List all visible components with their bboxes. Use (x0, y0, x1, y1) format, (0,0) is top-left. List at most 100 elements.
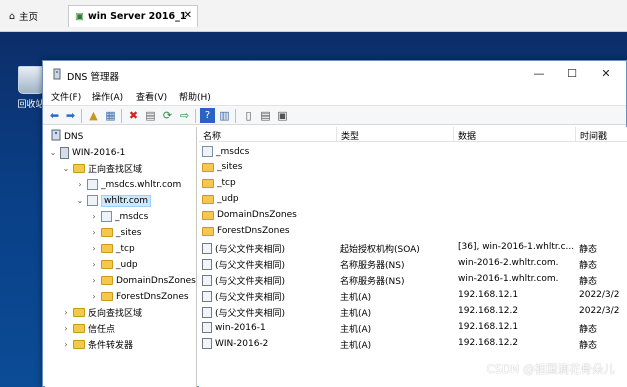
column-header-name[interactable]: 名称 (203, 129, 221, 142)
record-icon[interactable]: ▣ (275, 108, 290, 123)
tree-item-msdcs-zone[interactable]: › _msdcs.whltr.com (76, 177, 181, 192)
record-row[interactable]: _msdcs (199, 144, 627, 160)
tree-item-label: 信任点 (88, 325, 116, 335)
record-row[interactable]: ForestDnsZones (199, 224, 627, 240)
record-row[interactable]: WIN-2016-2 主机(A) 192.168.12.2 静态 (199, 336, 627, 352)
record-name: win-2016-1 (215, 322, 266, 333)
collapse-icon[interactable]: ⌄ (49, 148, 57, 157)
folder-icon (101, 228, 113, 237)
delete-icon[interactable]: ✖ (126, 108, 141, 123)
tree-item-forward-zones[interactable]: ⌄ 正向查找区域 (62, 161, 142, 176)
tree-item-udp[interactable]: › _udp (90, 257, 137, 272)
tree-item-forestdnszones[interactable]: › ForestDnsZones (90, 289, 188, 304)
tree-item-sites[interactable]: › _sites (90, 225, 141, 240)
record-row[interactable]: _sites (199, 160, 627, 176)
collapse-icon[interactable]: ⌄ (76, 196, 84, 205)
tree-item-whltr[interactable]: ⌄ whltr.com (76, 193, 152, 208)
column-header-timestamp[interactable]: 时间戳 (580, 129, 607, 142)
toolbar: ⬅ ➡ ▲ ▦ ✖ ▤ ⟳ ⇨ ? ▥ ▯ ▤ ▣ (43, 105, 626, 125)
record-row[interactable]: (与父文件夹相同) 名称服务器(NS) win-2016-1.whltr.com. 静… (199, 272, 627, 288)
record-row[interactable]: (与父文件夹相同) 名称服务器(NS) win-2016-2.whltr.com. 静… (199, 256, 627, 272)
column-divider[interactable] (575, 127, 576, 142)
column-divider[interactable] (336, 127, 337, 142)
record-data: win-2016-2.whltr.com. (458, 258, 559, 268)
tree-item-conditional-forwarders[interactable]: › 条件转发器 (62, 337, 133, 352)
menu-file[interactable]: 文件(F) (51, 90, 81, 103)
record-name: (与父文件夹相同) (215, 277, 286, 287)
show-tree-icon[interactable]: ▦ (103, 108, 118, 123)
tree-item-label: whltr.com (101, 194, 152, 207)
tree-item-server[interactable]: ⌄ WIN-2016-1 (49, 145, 125, 160)
record-row[interactable]: win-2016-1 主机(A) 192.168.12.1 静态 (199, 320, 627, 336)
expand-icon[interactable]: › (90, 292, 98, 301)
tree-item-label: 反向查找区域 (88, 309, 143, 319)
record-name: ForestDnsZones (217, 226, 290, 236)
collapse-icon[interactable]: ⌄ (62, 164, 70, 173)
recycle-bin-label: 回收站 (17, 100, 45, 110)
close-button[interactable]: ✕ (595, 65, 617, 83)
expand-icon[interactable]: › (90, 212, 98, 221)
export-icon[interactable]: ⇨ (177, 108, 192, 123)
console-icon[interactable]: ▥ (217, 108, 232, 123)
folder-icon (202, 178, 214, 188)
record-type: 名称服务器(NS) (340, 261, 405, 271)
toolbar-separator (121, 109, 122, 123)
expand-icon[interactable]: › (62, 308, 70, 317)
expand-icon[interactable]: › (90, 244, 98, 253)
tree-item-label: WIN-2016-1 (72, 147, 126, 158)
menu-help[interactable]: 帮助(H) (179, 90, 211, 103)
tree-item-tcp[interactable]: › _tcp (90, 241, 134, 256)
tree-item-label: 条件转发器 (88, 341, 134, 351)
column-header-type[interactable]: 类型 (341, 129, 359, 142)
tab-close-icon[interactable]: ✕ (184, 10, 192, 21)
home-tab[interactable]: ⌂ 主页 (3, 5, 58, 27)
record-data: 192.168.12.1 (458, 322, 519, 332)
record-icon (202, 275, 212, 286)
tree-pane: DNS ⌄ WIN-2016-1 ⌄ 正向查找区域 › _msdcs.whltr… (45, 127, 197, 387)
server-icon[interactable]: ▯ (241, 108, 256, 123)
expand-icon[interactable]: › (62, 340, 70, 349)
up-folder-icon[interactable]: ▲ (86, 108, 101, 123)
tree-item-trust-points[interactable]: › 信任点 (62, 321, 115, 336)
dns-app-icon (51, 68, 63, 83)
column-header-data[interactable]: 数据 (458, 129, 476, 142)
record-timestamp: 静态 (579, 341, 598, 351)
menu-view[interactable]: 查看(V) (136, 90, 167, 103)
expand-icon[interactable]: › (90, 276, 98, 285)
dns-icon (51, 129, 61, 144)
record-name: _udp (217, 194, 239, 204)
forward-icon[interactable]: ➡ (63, 108, 78, 123)
tree-item-msdcs[interactable]: › _msdcs (90, 209, 148, 224)
record-row[interactable]: (与父文件夹相同) 主机(A) 192.168.12.1 2022/3/2 (199, 288, 627, 304)
record-row[interactable]: _tcp (199, 176, 627, 192)
tree-item-dns[interactable]: DNS (51, 129, 83, 144)
expand-icon[interactable]: › (90, 260, 98, 269)
record-row[interactable]: (与父文件夹相同) 起始授权机构(SOA) [36], win-2016-1.whl… (199, 240, 627, 256)
menu-bar: 文件(F) 操作(A) 查看(V) 帮助(H) (43, 88, 626, 105)
record-data: 192.168.12.2 (458, 306, 519, 316)
record-icon (202, 291, 212, 302)
maximize-button[interactable]: ☐ (561, 65, 583, 83)
tree-item-reverse-zones[interactable]: › 反向查找区域 (62, 305, 142, 320)
record-name: (与父文件夹相同) (215, 309, 286, 319)
list-icon[interactable]: ▤ (258, 108, 273, 123)
help-icon[interactable]: ? (200, 108, 215, 123)
folder-icon (202, 210, 214, 220)
column-divider[interactable] (453, 127, 454, 142)
expand-icon[interactable]: › (62, 324, 70, 333)
record-icon (202, 259, 212, 270)
refresh-icon[interactable]: ⟳ (160, 108, 175, 123)
record-row[interactable]: _udp (199, 192, 627, 208)
record-row[interactable]: (与父文件夹相同) 主机(A) 192.168.12.2 2022/3/2 (199, 304, 627, 320)
minimize-button[interactable]: — (528, 65, 550, 83)
expand-icon[interactable]: › (90, 228, 98, 237)
properties-icon[interactable]: ▤ (143, 108, 158, 123)
back-icon[interactable]: ⬅ (47, 108, 62, 123)
record-row[interactable]: DomainDnsZones (199, 208, 627, 224)
expand-icon[interactable]: › (76, 180, 84, 189)
tree-item-domaindnszones[interactable]: › DomainDnsZones (90, 273, 195, 288)
tree-item-label: DNS (64, 131, 84, 142)
tree-item-label: _msdcs (115, 211, 149, 222)
menu-action[interactable]: 操作(A) (92, 90, 123, 103)
vm-tab[interactable]: ▣ win Server 2016_1 ✕ (68, 5, 198, 27)
